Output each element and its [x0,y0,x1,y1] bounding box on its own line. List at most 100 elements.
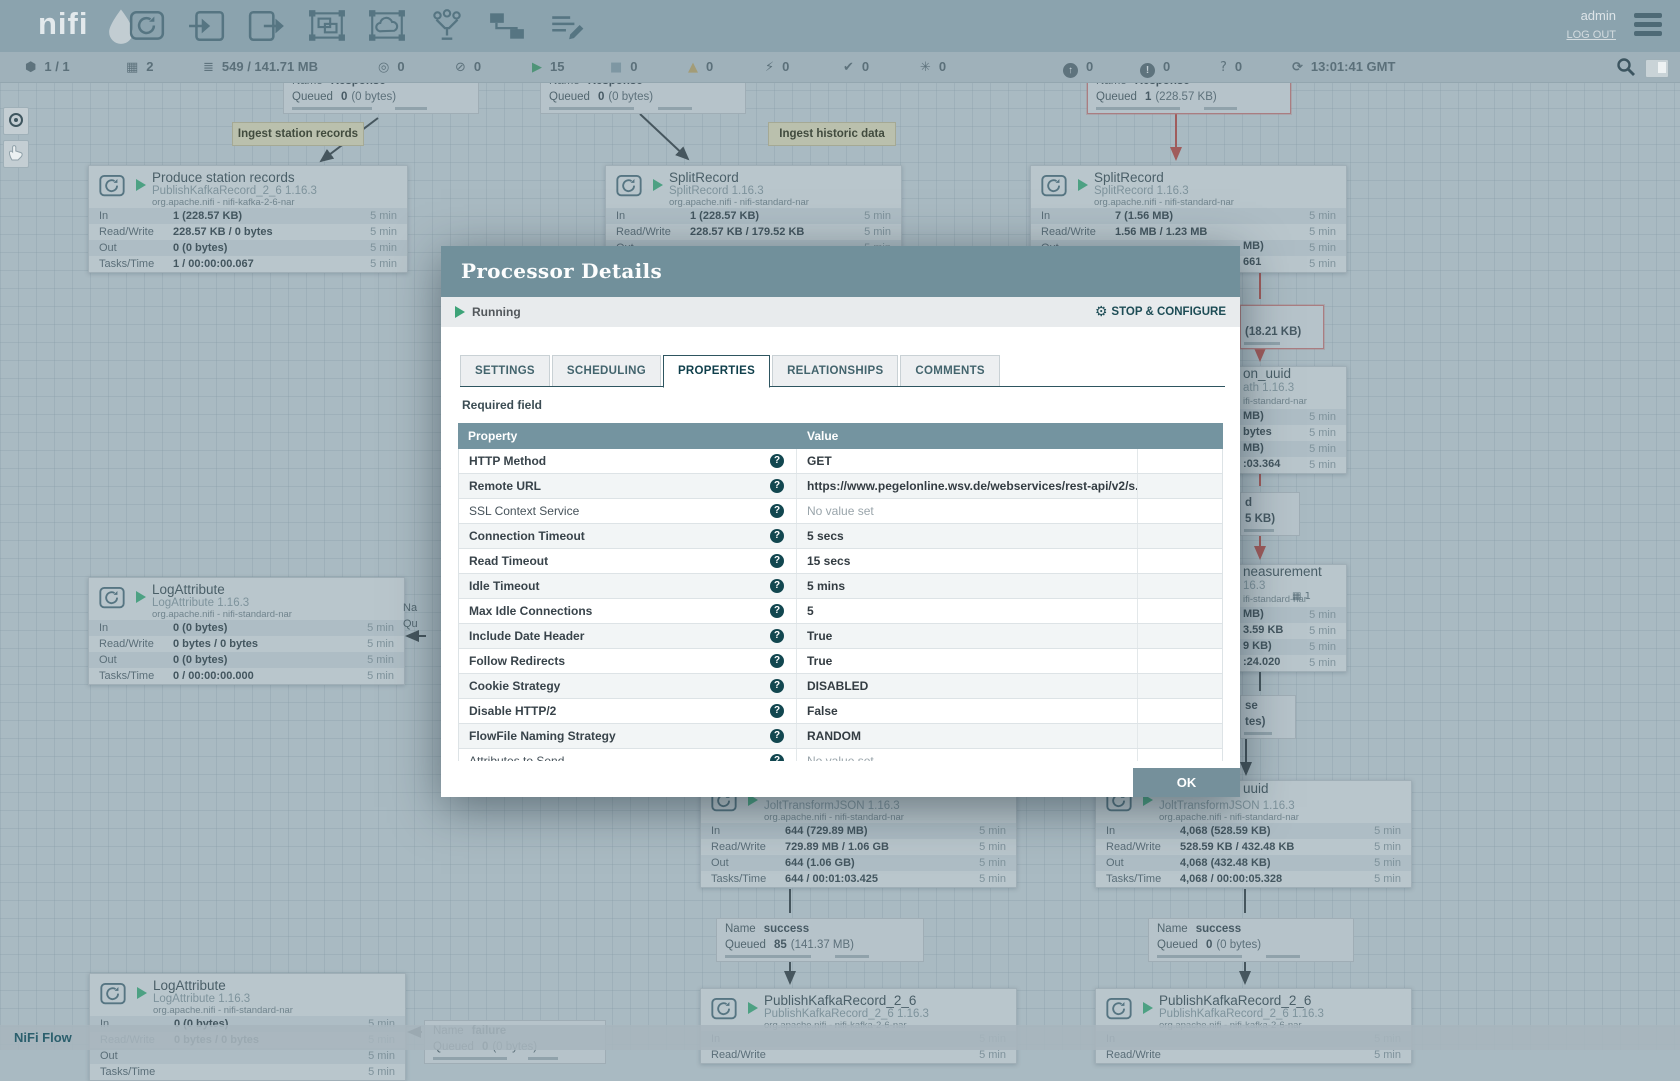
connection-label[interactable]: NamesuccessQueued0(0 bytes) [1148,918,1354,962]
funnel-icon[interactable] [428,9,466,43]
flow-label[interactable]: Ingest station records [232,122,364,146]
last-refresh-time: 13:01:41 GMT [1311,59,1396,74]
ok-button[interactable]: OK [1133,768,1240,797]
processor-name: PublishKafkaRecord_2_6 [1159,993,1311,1008]
property-cell: Disable HTTP/2? [459,699,797,723]
clipped-text-fragment: ifi-standard-nar [1243,396,1307,407]
breadcrumb[interactable]: NiFi Flow [14,1025,72,1050]
clipped-text-fragment: MB) [1243,240,1264,252]
processor-bundle: org.apache.nifi - nifi-standard-nar [764,812,904,823]
birdseye-button[interactable] [3,107,29,135]
property-row: Follow Redirects?True [459,649,1222,674]
help-icon[interactable]: ? [770,479,784,493]
clipped-text-fragment: Qu [403,618,418,630]
processor-produce-station-records[interactable]: Produce station recordsPublishKafkaRecor… [88,165,408,273]
value-cell[interactable]: 5 mins [797,574,1138,598]
tab-settings[interactable]: SETTINGS [460,355,550,387]
breadcrumb-bar: NiFi Flow [0,1025,1680,1050]
template-icon[interactable] [488,9,526,43]
tab-relationships[interactable]: RELATIONSHIPS [772,355,898,387]
connection-row: Queued0(0 bytes) [549,89,737,105]
global-menu-button[interactable] [1634,13,1662,40]
value-cell[interactable]: True [797,624,1138,648]
value-cell[interactable]: 5 secs [797,524,1138,548]
property-cell: Remote URL? [459,474,797,498]
sync-failure-icon: ? [1220,60,1227,75]
status-stopped: ■0 [610,52,638,82]
status-count: 0 [474,59,481,74]
value-cell[interactable]: GET [797,449,1138,473]
queue-bars [433,1057,597,1060]
value-cell[interactable]: No value set [797,749,1138,761]
property-value: 15 secs [807,554,850,568]
process-group-icon[interactable] [308,9,346,43]
status-count: 0 [1086,59,1093,74]
search-button[interactable] [1616,57,1636,82]
value-cell[interactable]: 5 [797,599,1138,623]
value-cell[interactable]: False [797,699,1138,723]
required-field-note: Required field [462,398,542,412]
property-actions-cell [1138,749,1222,761]
processor-bundle: org.apache.nifi - nifi-standard-nar [153,1005,293,1016]
property-actions-cell [1138,549,1222,573]
output-port-icon[interactable] [248,9,286,43]
toggle-panel-button[interactable] [1645,59,1669,78]
flow-label[interactable]: Ingest historic data [768,122,896,146]
running-icon [748,1002,758,1014]
processor-icon[interactable] [128,9,166,43]
tab-scheduling[interactable]: SCHEDULING [552,355,661,387]
help-icon[interactable]: ? [770,629,784,643]
help-icon[interactable]: ? [770,579,784,593]
remote-process-group-icon[interactable] [368,9,406,43]
help-icon[interactable]: ? [770,554,784,568]
help-icon[interactable]: ? [770,754,784,761]
help-icon[interactable]: ? [770,704,784,718]
processor-name: PublishKafkaRecord_2_6 [764,993,916,1008]
dialog-tabs: SETTINGSSCHEDULINGPROPERTIESRELATIONSHIP… [460,355,1002,388]
connection-label-clipped[interactable]: setes) [1240,695,1296,739]
processor-type: LogAttribute 1.16.3 [153,993,250,1005]
clipped-text-fragment: MB) [1243,442,1264,454]
property-cell: Attributes to Send? [459,749,797,761]
value-cell[interactable]: 15 secs [797,549,1138,573]
help-icon[interactable]: ? [770,729,784,743]
status-count: 549 / 141.71 MB [222,59,318,74]
status-up-to-date: ✔0 [843,52,869,82]
clipped-text-fragment: 3.59 KB [1243,624,1283,636]
logout-link[interactable]: LOG OUT [1566,29,1616,41]
clipped-text-fragment: Na [403,602,417,614]
stat-row: Read/Write729.89 MB / 1.06 GB5 min [701,839,1016,855]
input-port-icon[interactable] [188,9,226,43]
running-icon [1078,179,1088,191]
status-count: 1 / 1 [44,59,69,74]
pan-button[interactable] [3,140,29,168]
connection-label[interactable]: NamesuccessQueued85(141.37 MB) [716,918,924,962]
status-count: 0 [1235,59,1242,74]
value-cell[interactable]: RANDOM [797,724,1138,748]
property-actions-cell [1138,674,1222,698]
status-stale: ↑0 [1063,52,1093,82]
value-cell[interactable]: True [797,649,1138,673]
help-icon[interactable]: ? [770,504,784,518]
connection-label-clipped[interactable]: d5 KB) [1240,492,1300,536]
value-cell[interactable]: DISABLED [797,674,1138,698]
help-icon[interactable]: ? [770,454,784,468]
help-icon[interactable]: ? [770,604,784,618]
running-icon [653,179,663,191]
stop-and-configure-button[interactable]: ⚙STOP & CONFIGURE [1095,297,1226,327]
connection-row: se [1245,698,1291,714]
refresh-status[interactable]: ⟳13:01:41 GMT [1292,52,1395,82]
processor-logattribute[interactable]: LogAttributeLogAttribute 1.16.3org.apach… [88,577,405,685]
help-icon[interactable]: ? [770,529,784,543]
value-cell[interactable]: No value set [797,499,1138,523]
help-icon[interactable]: ? [770,679,784,693]
label-icon[interactable] [548,9,586,43]
tab-comments[interactable]: COMMENTS [900,355,999,387]
help-icon[interactable]: ? [770,654,784,668]
processor-name: SplitRecord [669,170,739,185]
running-icon [1143,1002,1153,1014]
not-transmitting-icon: ⊘ [455,60,466,75]
value-cell[interactable]: https://www.pegelonline.wsv.de/webservic… [797,474,1138,498]
tab-properties[interactable]: PROPERTIES [663,355,770,388]
connection-label-clipped[interactable]: (18.21 KB) [1240,305,1324,349]
